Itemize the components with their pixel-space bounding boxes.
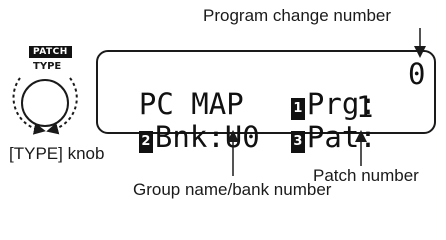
type-knob-label: [TYPE] knob [9, 144, 105, 163]
group-bank-label: Group name/bank number [133, 180, 332, 199]
